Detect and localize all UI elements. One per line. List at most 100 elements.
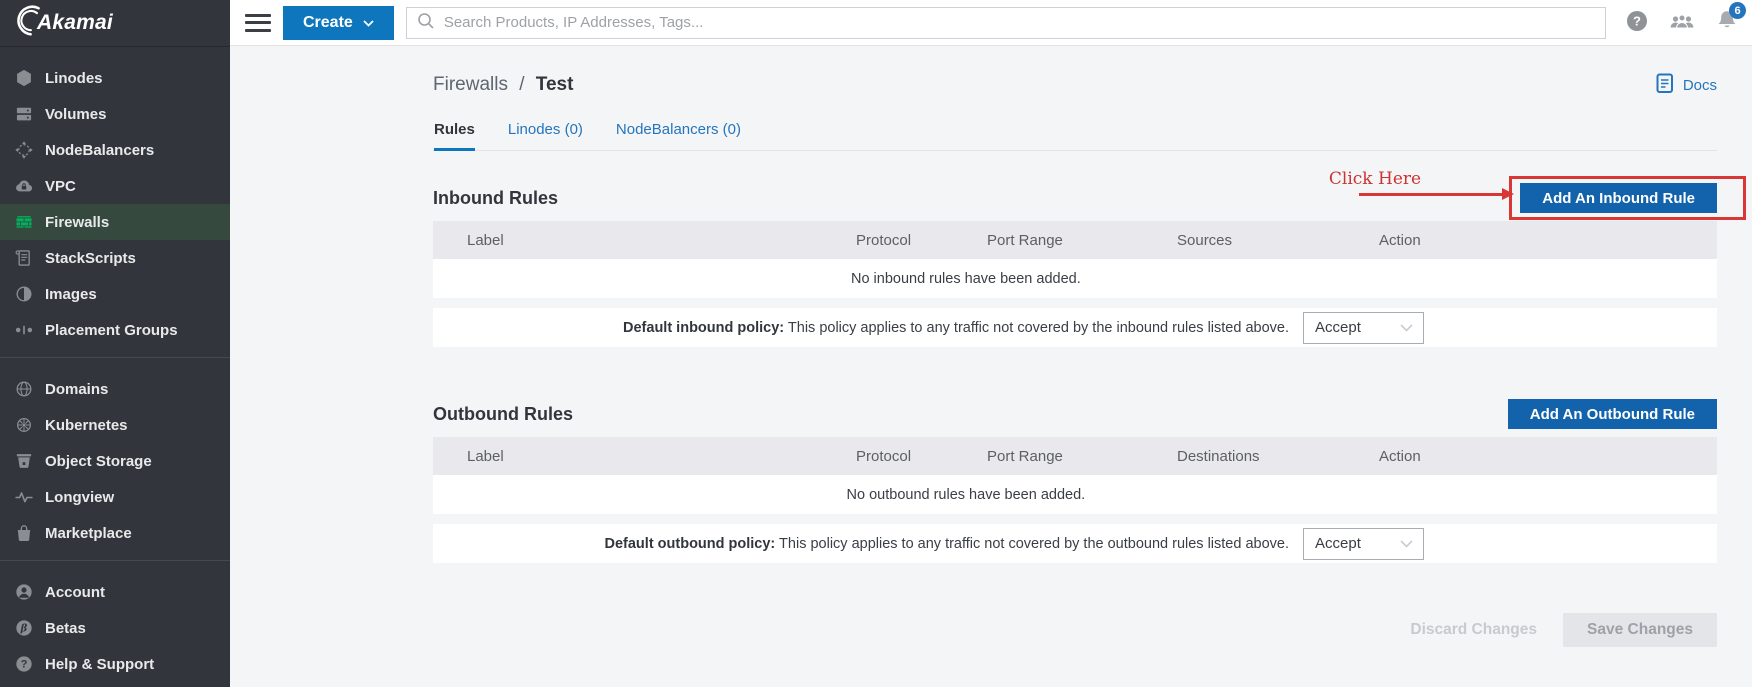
inbound-policy-text: Default inbound policy: This policy appl… — [623, 320, 1289, 336]
column-protocol: Protocol — [856, 232, 987, 249]
sidebar-item-linodes[interactable]: Linodes — [0, 60, 230, 96]
menu-toggle-button[interactable] — [245, 14, 271, 32]
stackscripts-icon — [14, 248, 34, 268]
sidebar: Akamai Linodes Volumes NodeBalancers — [0, 0, 230, 687]
svg-text:?: ? — [1633, 14, 1641, 29]
add-inbound-rule-button[interactable]: Add An Inbound Rule — [1520, 183, 1717, 213]
topbar: Create ? 6 — [230, 0, 1752, 46]
notifications-button[interactable]: 6 — [1716, 9, 1738, 36]
sidebar-item-placement-groups[interactable]: Placement Groups — [0, 312, 230, 348]
column-destinations: Destinations — [1177, 448, 1379, 465]
sidebar-nav: Linodes Volumes NodeBalancers VPC Firewa… — [0, 47, 230, 682]
vpc-icon — [14, 176, 34, 196]
outbound-rules-heading: Outbound Rules — [433, 404, 573, 425]
volumes-icon — [14, 104, 34, 124]
sidebar-item-firewalls[interactable]: Firewalls — [0, 204, 230, 240]
tab-bar: Rules Linodes (0) NodeBalancers (0) — [433, 115, 1717, 151]
sidebar-item-nodebalancers[interactable]: NodeBalancers — [0, 132, 230, 168]
logo-text: Akamai — [37, 11, 113, 35]
column-sources: Sources — [1177, 232, 1379, 249]
outbound-table-header: Label Protocol Port Range Destinations A… — [433, 437, 1717, 475]
firewall-icon — [14, 212, 34, 232]
notification-badge: 6 — [1729, 2, 1746, 19]
community-button[interactable] — [1669, 11, 1695, 34]
annotation-arrow-icon — [1359, 193, 1503, 196]
tab-nodebalancers[interactable]: NodeBalancers (0) — [616, 115, 741, 151]
topbar-icons: ? 6 — [1618, 9, 1738, 36]
account-icon — [14, 582, 34, 602]
docs-link[interactable]: Docs — [1656, 73, 1717, 98]
inbound-policy-value: Accept — [1315, 319, 1361, 336]
page-content: Firewalls / Test Docs Rules Linodes (0) … — [230, 46, 1752, 687]
akamai-logo[interactable]: Akamai — [0, 0, 230, 47]
column-action: Action — [1379, 448, 1717, 465]
inbound-table-header: Label Protocol Port Range Sources Action — [433, 221, 1717, 259]
footer-actions: Discard Changes Save Changes — [433, 613, 1717, 687]
outbound-policy-select[interactable]: Accept — [1303, 528, 1424, 560]
save-changes-button[interactable]: Save Changes — [1563, 613, 1717, 647]
docs-label: Docs — [1683, 77, 1717, 94]
search-icon — [417, 12, 435, 34]
create-button[interactable]: Create — [283, 6, 394, 40]
chevron-down-icon — [1400, 319, 1413, 336]
sidebar-item-volumes[interactable]: Volumes — [0, 96, 230, 132]
outbound-empty-row: No outbound rules have been added. — [433, 475, 1717, 514]
outbound-rules-table: Label Protocol Port Range Destinations A… — [433, 437, 1717, 563]
kubernetes-icon — [14, 415, 34, 435]
outbound-policy-row: Default outbound policy: This policy app… — [433, 524, 1717, 563]
inbound-rules-table: Label Protocol Port Range Sources Action… — [433, 221, 1717, 347]
sidebar-item-longview[interactable]: Longview — [0, 479, 230, 515]
longview-icon — [14, 487, 34, 507]
outbound-rules-section: Outbound Rules Add An Outbound Rule Labe… — [433, 391, 1717, 563]
help-circle-icon: ? — [14, 654, 34, 674]
sidebar-item-betas[interactable]: β Betas — [0, 610, 230, 646]
click-here-label: Click Here — [1323, 169, 1427, 189]
inbound-empty-row: No inbound rules have been added. — [433, 259, 1717, 298]
inbound-policy-row: Default inbound policy: This policy appl… — [433, 308, 1717, 347]
add-outbound-rule-button[interactable]: Add An Outbound Rule — [1508, 399, 1717, 429]
sidebar-divider — [0, 560, 230, 561]
inbound-empty-text: No inbound rules have been added. — [433, 271, 1499, 287]
outbound-policy-text: Default outbound policy: This policy app… — [605, 536, 1290, 552]
column-protocol: Protocol — [856, 448, 987, 465]
tab-linodes[interactable]: Linodes (0) — [508, 115, 583, 151]
breadcrumb: Firewalls / Test — [433, 74, 573, 96]
sidebar-item-help-support[interactable]: ? Help & Support — [0, 646, 230, 682]
marketplace-icon — [14, 523, 34, 543]
images-icon — [14, 284, 34, 304]
app-root: Akamai Linodes Volumes NodeBalancers — [0, 0, 1752, 687]
inbound-rules-heading: Inbound Rules — [433, 188, 558, 209]
object-storage-icon — [14, 451, 34, 471]
sidebar-item-stackscripts[interactable]: StackScripts — [0, 240, 230, 276]
sidebar-divider — [0, 357, 230, 358]
docs-icon — [1656, 73, 1675, 98]
betas-icon: β — [14, 618, 34, 638]
svg-text:β: β — [20, 624, 28, 635]
sidebar-item-object-storage[interactable]: Object Storage — [0, 443, 230, 479]
search-input[interactable] — [444, 14, 1595, 31]
sidebar-item-account[interactable]: Account — [0, 574, 230, 610]
linode-icon — [14, 68, 34, 88]
help-icon: ? — [1626, 10, 1648, 35]
chevron-down-icon — [363, 14, 374, 32]
column-port-range: Port Range — [987, 232, 1177, 249]
sidebar-item-marketplace[interactable]: Marketplace — [0, 515, 230, 551]
svg-text:?: ? — [21, 659, 28, 671]
discard-changes-button[interactable]: Discard Changes — [1406, 621, 1541, 639]
sidebar-item-kubernetes[interactable]: Kubernetes — [0, 407, 230, 443]
breadcrumb-firewalls-link[interactable]: Firewalls — [433, 74, 508, 95]
column-label: Label — [433, 448, 856, 465]
inbound-rules-section: Inbound Rules Click Here Add An Inbound … — [433, 175, 1717, 347]
sidebar-item-vpc[interactable]: VPC — [0, 168, 230, 204]
create-button-label: Create — [303, 14, 353, 32]
sidebar-item-domains[interactable]: Domains — [0, 371, 230, 407]
sidebar-item-images[interactable]: Images — [0, 276, 230, 312]
inbound-policy-select[interactable]: Accept — [1303, 312, 1424, 344]
main-area: Create ? 6 — [230, 0, 1752, 687]
tab-rules[interactable]: Rules — [434, 115, 475, 151]
placement-groups-icon — [14, 320, 34, 340]
outbound-empty-text: No outbound rules have been added. — [433, 487, 1499, 503]
annotation-highlight-box: Add An Inbound Rule — [1509, 176, 1746, 220]
click-here-annotation: Click Here — [1323, 169, 1515, 196]
help-button[interactable]: ? — [1626, 10, 1648, 35]
